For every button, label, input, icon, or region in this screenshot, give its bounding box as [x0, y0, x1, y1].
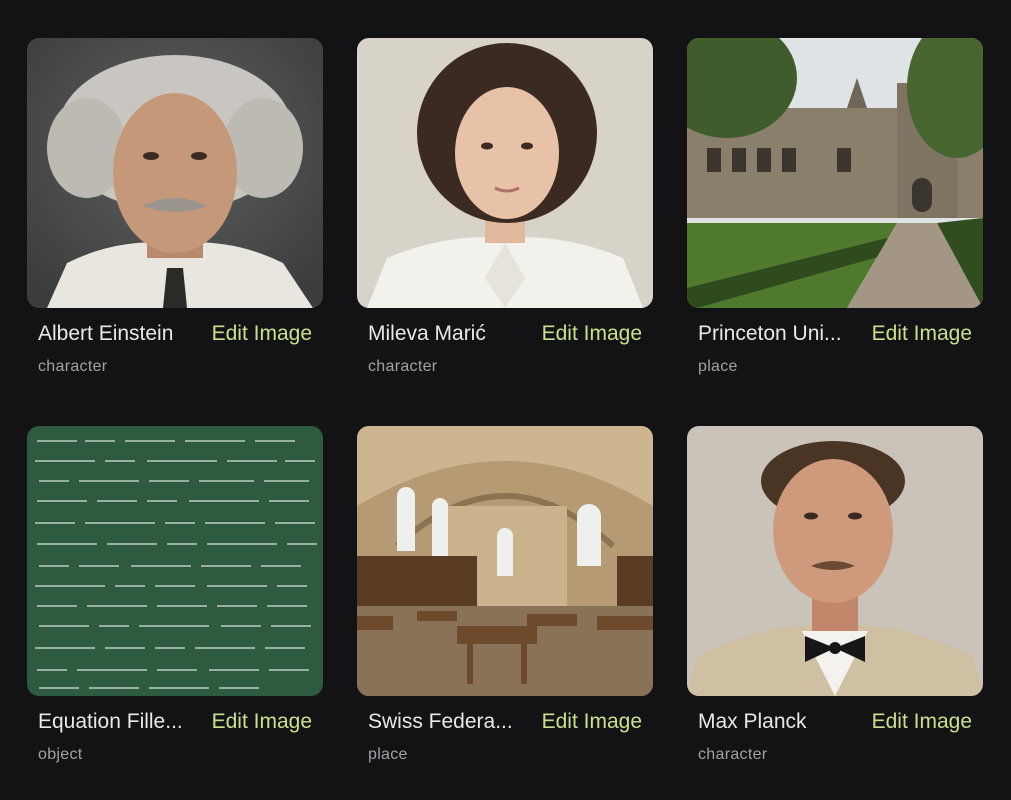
card-type-label: place [698, 358, 738, 375]
portrait-young-woman-image [357, 38, 653, 308]
card-max-planck: Max Planck Edit Image character [687, 426, 983, 764]
card-type-label: place [368, 746, 408, 763]
thumbnail-albert-einstein[interactable] [27, 38, 323, 308]
thumbnail-mileva-maric[interactable] [357, 38, 653, 308]
card-type-label: character [698, 746, 768, 763]
edit-image-button[interactable]: Edit Image [872, 322, 972, 346]
card-mileva-maric: Mileva Marić Edit Image character [357, 38, 653, 376]
card-meta-row: Swiss Federa... Edit Image [357, 710, 653, 734]
card-type-label: character [38, 358, 108, 375]
card-type-label: character [368, 358, 438, 375]
card-title: Swiss Federa... [368, 710, 513, 733]
image-grid: Albert Einstein Edit Image character Mil… [0, 0, 1011, 800]
card-meta-row: Albert Einstein Edit Image [27, 322, 323, 346]
edit-image-button[interactable]: Edit Image [542, 710, 642, 734]
card-title: Albert Einstein [38, 322, 174, 345]
card-meta-row: Mileva Marić Edit Image [357, 322, 653, 346]
edit-image-button[interactable]: Edit Image [212, 710, 312, 734]
card-title: Equation Fille... [38, 710, 183, 733]
card-meta-row: Princeton Uni... Edit Image [687, 322, 983, 346]
portrait-elderly-man-image [27, 38, 323, 308]
card-swiss-federal: Swiss Federa... Edit Image place [357, 426, 653, 764]
thumbnail-princeton-university[interactable] [687, 38, 983, 308]
card-title: Mileva Marić [368, 322, 486, 345]
edit-image-button[interactable]: Edit Image [872, 710, 972, 734]
thumbnail-max-planck[interactable] [687, 426, 983, 696]
edit-image-button[interactable]: Edit Image [212, 322, 312, 346]
card-meta-row: Equation Fille... Edit Image [27, 710, 323, 734]
edit-image-button[interactable]: Edit Image [542, 322, 642, 346]
university-building-image [687, 38, 983, 308]
card-princeton-university: Princeton Uni... Edit Image place [687, 38, 983, 376]
library-hall-image [357, 426, 653, 696]
card-meta-row: Max Planck Edit Image [687, 710, 983, 734]
card-title: Max Planck [698, 710, 807, 733]
card-title: Princeton Uni... [698, 322, 842, 345]
card-equation-filled: Equation Fille... Edit Image object [27, 426, 323, 764]
card-type-label: object [38, 746, 83, 763]
chalkboard-image [27, 426, 323, 696]
card-albert-einstein: Albert Einstein Edit Image character [27, 38, 323, 376]
thumbnail-swiss-federal[interactable] [357, 426, 653, 696]
thumbnail-equation-filled[interactable] [27, 426, 323, 696]
portrait-man-bow-tie-image [687, 426, 983, 696]
